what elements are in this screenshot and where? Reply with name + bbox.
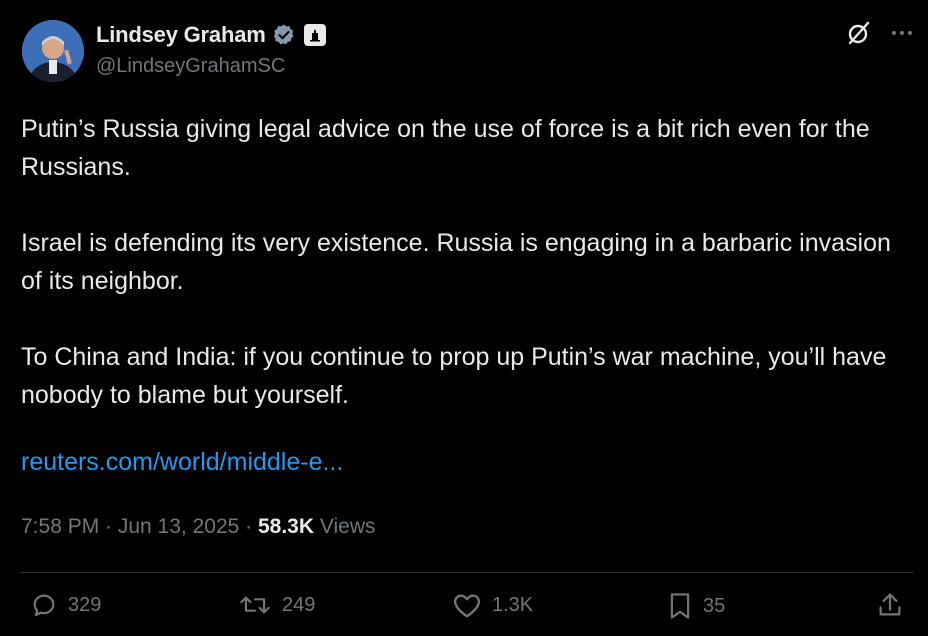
bookmark-icon	[667, 591, 693, 621]
tweet-paragraph: Israel is defending its very existence. …	[21, 229, 891, 295]
like-count: 1.3K	[492, 593, 534, 616]
bookmark-count: 35	[703, 594, 726, 617]
author-display-name[interactable]: Lindsey Graham	[96, 22, 266, 48]
top-actions	[846, 20, 914, 46]
tweet-link[interactable]: reuters.com/world/middle-e...	[21, 448, 343, 477]
verified-badge-icon	[272, 23, 296, 47]
reply-button[interactable]: 329	[30, 591, 101, 619]
views-count: 58.3K	[257, 515, 315, 538]
share-button[interactable]	[876, 591, 904, 619]
tweet-text: Putin’s Russia giving legal advice on th…	[21, 110, 916, 414]
reply-count: 329	[68, 593, 102, 616]
like-button[interactable]: 1.3K	[452, 591, 533, 619]
divider	[21, 572, 914, 573]
repost-button[interactable]: 249	[238, 591, 315, 619]
more-options-icon[interactable]	[890, 29, 914, 37]
tweet-paragraph: To China and India: if you continue to p…	[21, 343, 887, 409]
views-label: Views	[314, 515, 376, 538]
author-name-row: Lindsey Graham	[96, 22, 326, 48]
heart-icon	[452, 591, 482, 619]
bookmark-button[interactable]: 35	[667, 591, 725, 621]
share-icon	[876, 591, 904, 619]
repost-icon	[238, 591, 272, 619]
government-building-icon	[303, 24, 326, 46]
repost-count: 249	[282, 593, 316, 616]
avatar[interactable]	[22, 20, 84, 82]
tweet-meta: 7:58 PM · Jun 13, 2025 · 58.3K Views	[21, 515, 376, 539]
action-bar: 329 249 1.3K 35	[0, 591, 928, 631]
reply-icon	[30, 591, 58, 619]
author-handle[interactable]: @LindseyGrahamSC	[96, 55, 285, 78]
grok-icon[interactable]	[846, 20, 872, 46]
timestamp[interactable]: 7:58 PM · Jun 13, 2025 ·	[21, 515, 258, 538]
tweet-paragraph: Putin’s Russia giving legal advice on th…	[21, 115, 870, 181]
